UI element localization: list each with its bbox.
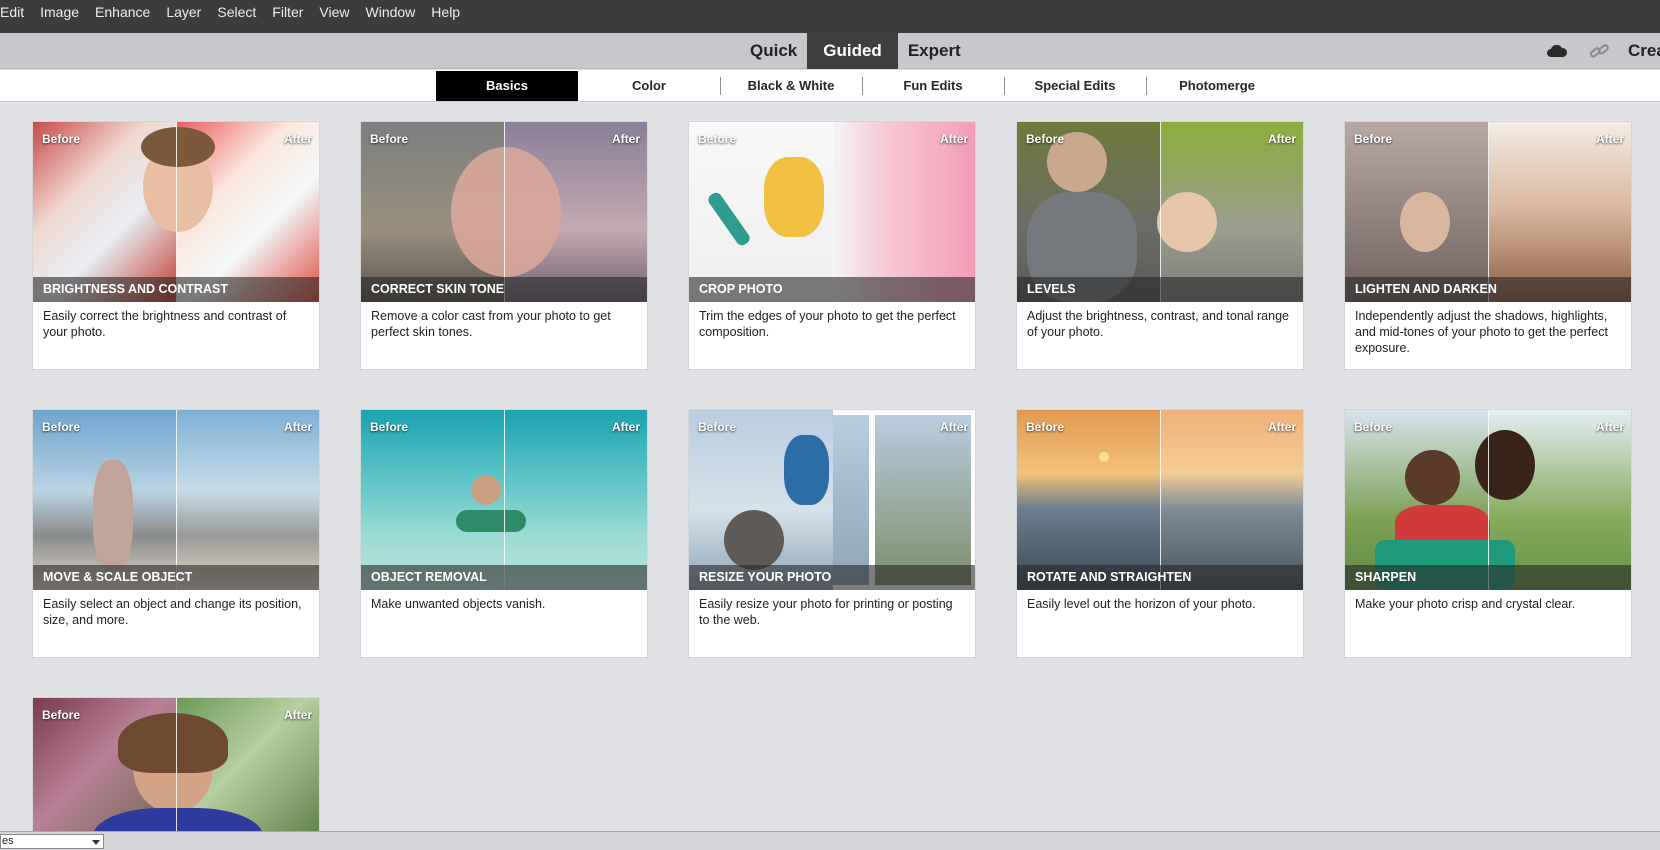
- guided-category-tabs: Basics Color Black & White Fun Edits Spe…: [0, 70, 1660, 102]
- mode-tab-expert[interactable]: Expert: [898, 33, 971, 69]
- card-description: Easily resize your photo for printing or…: [699, 597, 953, 627]
- card-title: Correct Skin Tone: [361, 277, 647, 302]
- card-thumbnail: Before After Brightness and Contrast: [33, 122, 319, 302]
- tab-fun-edits[interactable]: Fun Edits: [862, 71, 1004, 101]
- card-title: Object Removal: [361, 565, 647, 590]
- tab-basics[interactable]: Basics: [436, 71, 578, 101]
- card-move-scale-object[interactable]: Before After Move & Scale Object Easily …: [32, 409, 320, 658]
- after-label: After: [283, 708, 312, 722]
- before-label: Before: [1026, 132, 1065, 146]
- card-description: Easily correct the brightness and contra…: [43, 309, 287, 339]
- card-thumbnail: Before After Rotate and Straighten: [1017, 410, 1303, 590]
- card-thumbnail: Before After Crop Photo: [689, 122, 975, 302]
- before-label: Before: [1026, 420, 1065, 434]
- card-title: Brightness and Contrast: [33, 277, 319, 302]
- card-title: Lighten and Darken: [1345, 277, 1631, 302]
- after-label: After: [611, 420, 640, 434]
- card-thumbnail: Before After Correct Skin Tone: [361, 122, 647, 302]
- card-description: Independently adjust the shadows, highli…: [1355, 309, 1608, 355]
- after-label: After: [283, 420, 312, 434]
- card-levels[interactable]: Before After Levels Adjust the brightnes…: [1016, 121, 1304, 370]
- card-thumbnail: Before After Move & Scale Object: [33, 410, 319, 590]
- cloud-icon[interactable]: [1536, 33, 1578, 69]
- after-label: After: [283, 132, 312, 146]
- card-title: Crop Photo: [689, 277, 975, 302]
- card-object-removal[interactable]: Before After Object Removal Make unwante…: [360, 409, 648, 658]
- before-label: Before: [698, 132, 737, 146]
- after-label: After: [1595, 420, 1624, 434]
- card-description: Make your photo crisp and crystal clear.: [1355, 597, 1576, 611]
- bottom-status-bar: es: [0, 831, 1660, 850]
- menu-image[interactable]: Image: [32, 0, 87, 33]
- before-label: Before: [370, 420, 409, 434]
- card-description: Make unwanted objects vanish.: [371, 597, 546, 611]
- after-label: After: [611, 132, 640, 146]
- after-label: After: [1595, 132, 1624, 146]
- before-label: Before: [370, 132, 409, 146]
- mode-bar: Quick Guided Expert Crea: [0, 33, 1660, 69]
- card-description: Remove a color cast from your photo to g…: [371, 309, 611, 339]
- card-lighten-darken[interactable]: Before After Lighten and Darken Independ…: [1344, 121, 1632, 370]
- menu-edit[interactable]: Edit: [0, 0, 32, 33]
- before-label: Before: [698, 420, 737, 434]
- card-thumbnail: Before After Levels: [1017, 122, 1303, 302]
- card-thumbnail: Before After: [33, 698, 319, 831]
- card-partial[interactable]: Before After: [32, 697, 320, 831]
- card-thumbnail: Before After Sharpen: [1345, 410, 1631, 590]
- menu-layer[interactable]: Layer: [158, 0, 209, 33]
- card-resize-photo[interactable]: Before After Resize Your Photo Easily re…: [688, 409, 976, 658]
- card-description: Easily select an object and change its p…: [43, 597, 302, 627]
- before-label: Before: [42, 708, 81, 722]
- before-label: Before: [42, 420, 81, 434]
- menu-help[interactable]: Help: [423, 0, 468, 33]
- card-thumbnail: Before After Resize Your Photo: [689, 410, 975, 590]
- card-title: Resize Your Photo: [689, 565, 975, 590]
- tab-special-edits[interactable]: Special Edits: [1004, 71, 1146, 101]
- before-label: Before: [42, 132, 81, 146]
- tab-color[interactable]: Color: [578, 71, 720, 101]
- menu-select[interactable]: Select: [209, 0, 264, 33]
- after-label: After: [1267, 420, 1296, 434]
- menu-window[interactable]: Window: [358, 0, 424, 33]
- mode-tab-guided[interactable]: Guided: [807, 33, 898, 69]
- card-rotate-straighten[interactable]: Before After Rotate and Straighten Easil…: [1016, 409, 1304, 658]
- menu-filter[interactable]: Filter: [264, 0, 311, 33]
- before-label: Before: [1354, 420, 1393, 434]
- card-title: Rotate and Straighten: [1017, 565, 1303, 590]
- card-description: Trim the edges of your photo to get the …: [699, 309, 956, 339]
- link-icon[interactable]: [1578, 33, 1620, 69]
- tab-black-white[interactable]: Black & White: [720, 71, 862, 101]
- card-sharpen[interactable]: Before After Sharpen Make your photo cri…: [1344, 409, 1632, 658]
- menu-enhance[interactable]: Enhance: [87, 0, 158, 33]
- after-label: After: [939, 420, 968, 434]
- menu-view[interactable]: View: [311, 0, 357, 33]
- mode-right-tools: Crea: [1536, 33, 1660, 69]
- mode-tabs: Quick Guided Expert: [740, 33, 971, 69]
- after-label: After: [1267, 132, 1296, 146]
- card-description: Easily level out the horizon of your pho…: [1027, 597, 1256, 611]
- create-button[interactable]: Crea: [1620, 41, 1660, 61]
- card-thumbnail: Before After Object Removal: [361, 410, 647, 590]
- card-brightness-contrast[interactable]: Before After Brightness and Contrast Eas…: [32, 121, 320, 370]
- card-thumbnail: Before After Lighten and Darken: [1345, 122, 1631, 302]
- mode-tab-quick[interactable]: Quick: [740, 33, 807, 69]
- card-title: Sharpen: [1345, 565, 1631, 590]
- card-correct-skin-tone[interactable]: Before After Correct Skin Tone Remove a …: [360, 121, 648, 370]
- card-crop-photo[interactable]: Before After Crop Photo Trim the edges o…: [688, 121, 976, 370]
- chevron-down-icon: [92, 840, 100, 845]
- after-label: After: [939, 132, 968, 146]
- bottom-dropdown[interactable]: es: [0, 834, 104, 849]
- menu-bar: Edit Image Enhance Layer Select Filter V…: [0, 0, 1660, 33]
- bottom-dropdown-value: es: [2, 835, 14, 847]
- before-label: Before: [1354, 132, 1393, 146]
- card-description: Adjust the brightness, contrast, and ton…: [1027, 309, 1289, 339]
- card-title: Move & Scale Object: [33, 565, 319, 590]
- card-title: Levels: [1017, 277, 1303, 302]
- tab-photomerge[interactable]: Photomerge: [1146, 71, 1288, 101]
